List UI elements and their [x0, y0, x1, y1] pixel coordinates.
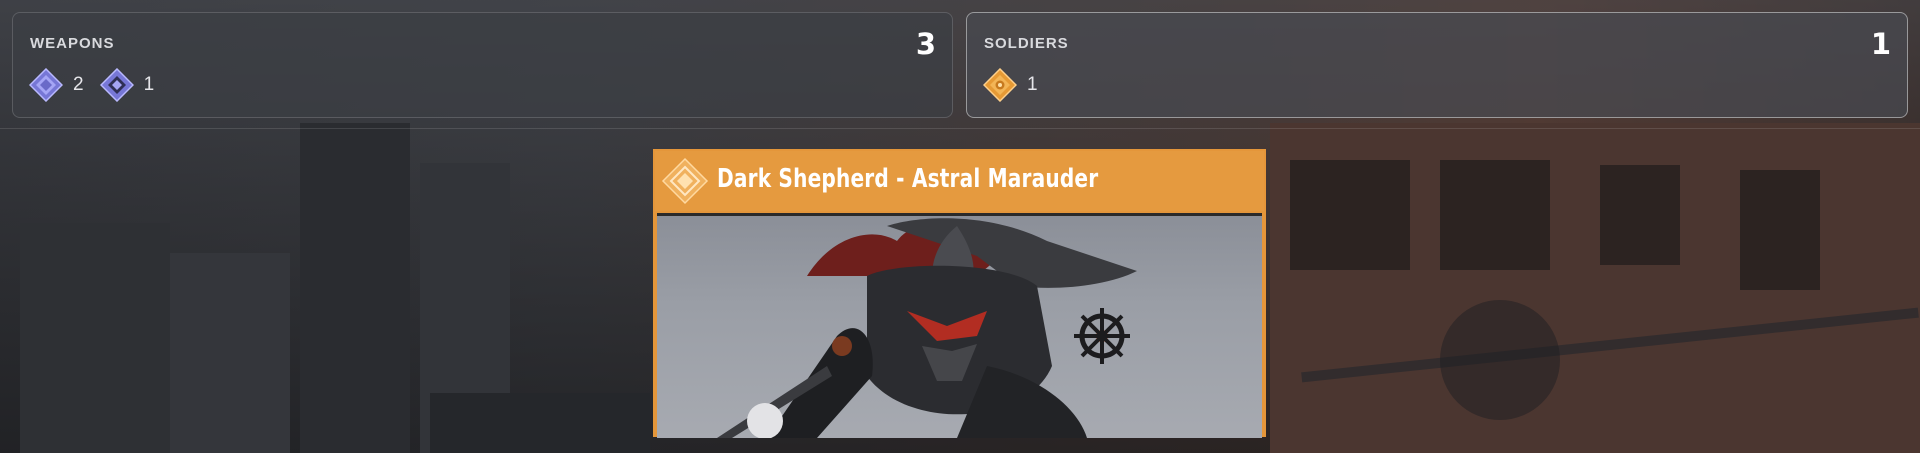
reward-card-title: Dark Shepherd - Astral Marauder [717, 164, 1099, 194]
masked-pirate-soldier-portrait [717, 218, 1137, 438]
rare-weapon-icon [99, 68, 134, 102]
soldiers-breakdown: 1 [983, 68, 1038, 102]
weapons-count: 3 [915, 27, 936, 61]
exotic-soldier-count: 1 [1027, 74, 1038, 95]
weapons-title: WEAPONS [30, 35, 115, 52]
weapons-panel: WEAPONS 3 2 1 [12, 12, 953, 118]
soldiers-title: SOLDIERS [984, 35, 1069, 52]
weapons-breakdown: 2 1 [29, 68, 154, 102]
soldier-rarity-exotic: 1 [983, 68, 1038, 102]
soldiers-count: 1 [1870, 27, 1891, 61]
legendary-weapon-count: 2 [73, 74, 84, 95]
exotic-soldier-icon [983, 68, 1017, 102]
exotic-emblem-icon [661, 157, 709, 205]
reward-card-art [657, 213, 1262, 438]
weapon-rarity-legendary: 2 [29, 68, 84, 102]
reward-card-header: Dark Shepherd - Astral Marauder [655, 151, 1264, 211]
legendary-weapon-icon [29, 68, 63, 102]
weapon-rarity-rare: 1 [99, 68, 155, 102]
header-divider [0, 128, 1920, 129]
soldiers-panel: SOLDIERS 1 1 [966, 12, 1908, 118]
rare-weapon-count: 1 [143, 74, 155, 95]
reward-card[interactable]: Dark Shepherd - Astral Marauder [653, 149, 1266, 438]
